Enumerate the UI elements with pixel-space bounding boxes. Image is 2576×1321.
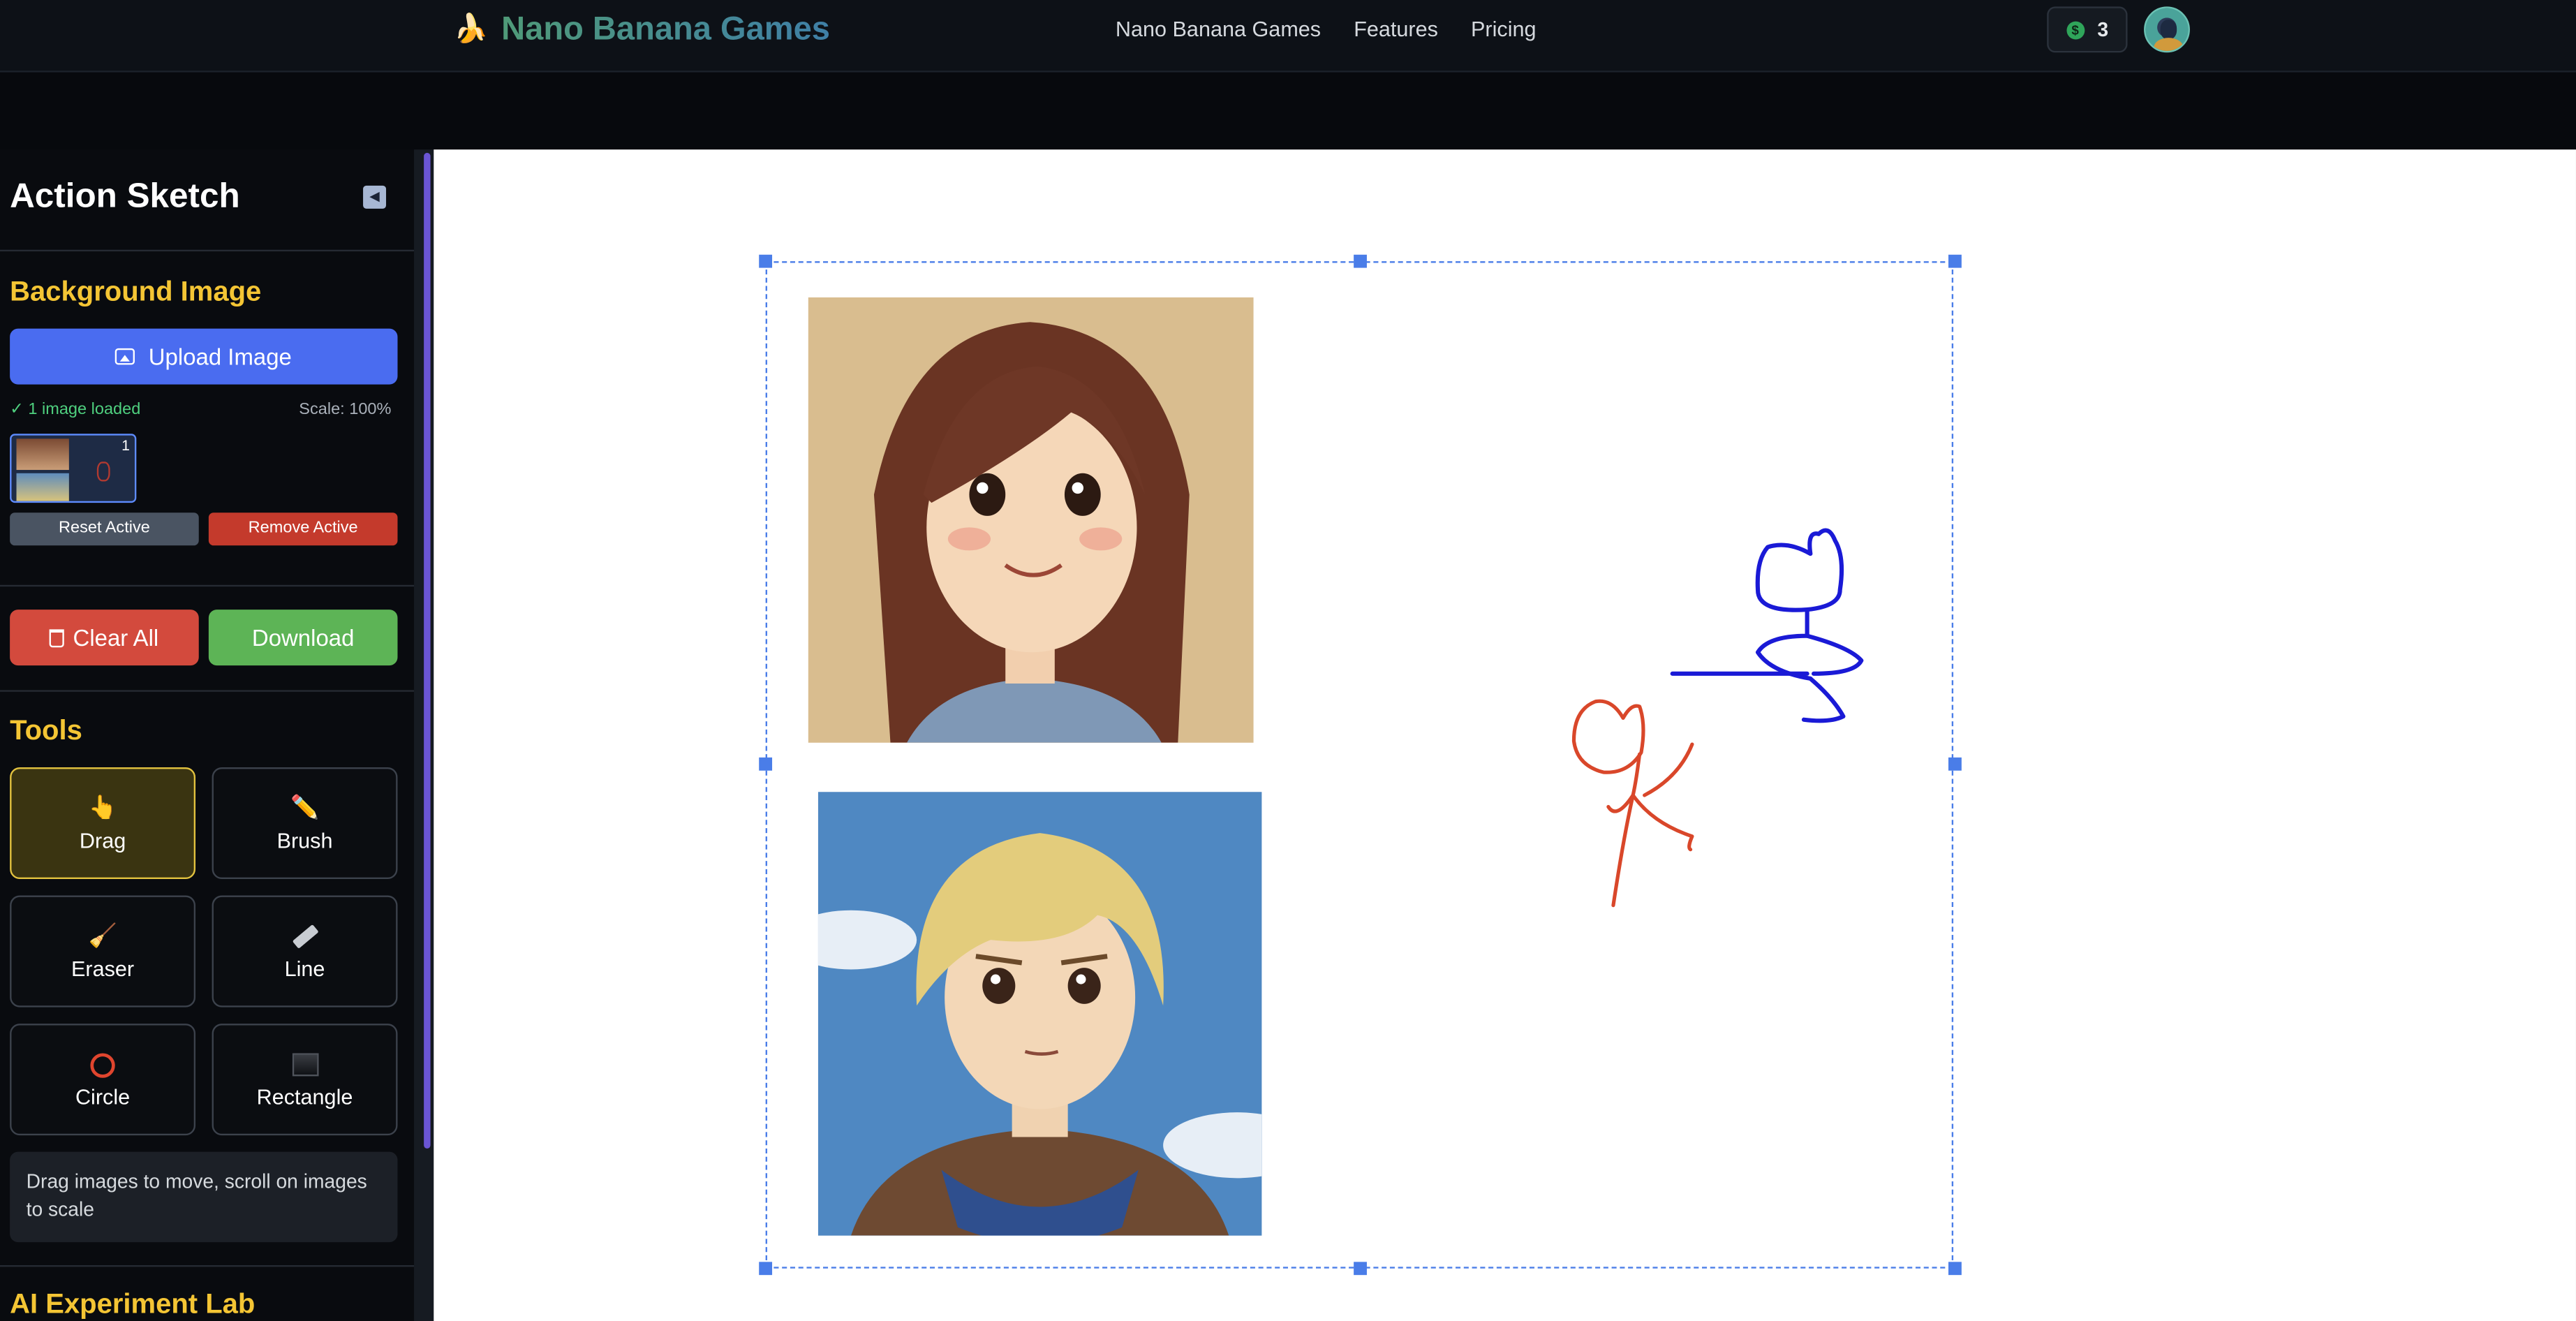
drawing-canvas[interactable] — [434, 149, 2576, 1321]
tools-heading: Tools — [10, 714, 82, 746]
remove-active-button[interactable]: Remove Active — [208, 512, 398, 546]
divider — [0, 1265, 415, 1267]
tool-label: Line — [284, 956, 325, 981]
banana-icon: 🍌 — [453, 13, 489, 45]
resize-handle-bottom[interactable] — [1354, 1262, 1367, 1276]
resize-handle-left[interactable] — [759, 757, 773, 771]
image-icon — [115, 348, 135, 365]
resize-handle-top-left[interactable] — [759, 254, 773, 268]
tool-brush-button[interactable]: ✏️ Brush — [212, 767, 398, 880]
download-button[interactable]: Download — [208, 610, 398, 666]
tool-hint: Drag images to move, scroll on images to… — [10, 1151, 398, 1243]
trash-icon — [50, 628, 65, 647]
rectangle-icon — [291, 1054, 318, 1077]
resize-handle-top[interactable] — [1354, 254, 1367, 268]
sidebar-title: Action Sketch — [10, 177, 240, 216]
resize-handle-top-right[interactable] — [1948, 254, 1962, 268]
brand-logo[interactable]: 🍌 Nano Banana Games — [454, 10, 830, 49]
tool-line-button[interactable]: Line — [212, 895, 398, 1008]
collapse-sidebar-icon[interactable]: ◀ — [363, 185, 387, 209]
tool-circle-button[interactable]: Circle — [10, 1024, 196, 1136]
tool-drag-button[interactable]: 👆 Drag — [10, 767, 196, 880]
resize-handle-right[interactable] — [1948, 757, 1962, 771]
selection-bounding-box[interactable] — [765, 261, 1954, 1269]
tool-label: Brush — [276, 828, 333, 853]
tool-label: Rectangle — [256, 1084, 353, 1109]
sidebar-scroll-thumb[interactable] — [424, 152, 431, 1149]
credits-badge[interactable]: $ 3 — [2047, 6, 2128, 53]
top-navigation-bar: 🍌 Nano Banana Games Nano Banana Games Fe… — [0, 0, 2576, 73]
divider — [0, 584, 415, 587]
tool-label: Circle — [75, 1084, 131, 1109]
thumbnail-index: 1 — [121, 436, 130, 454]
nav-link-home[interactable]: Nano Banana Games — [1116, 17, 1321, 43]
broom-icon: 🧹 — [88, 922, 117, 948]
divider — [0, 249, 415, 252]
brand-name: Nano Banana Games — [501, 10, 830, 49]
resize-handle-bottom-right[interactable] — [1948, 1262, 1962, 1276]
nav-link-features[interactable]: Features — [1354, 17, 1438, 43]
upload-image-button[interactable]: Upload Image — [10, 328, 398, 385]
upload-image-label: Upload Image — [148, 343, 292, 370]
divider — [0, 690, 415, 692]
nav-link-pricing[interactable]: Pricing — [1471, 17, 1537, 43]
user-avatar[interactable] — [2144, 6, 2190, 53]
credits-count: 3 — [2097, 17, 2109, 41]
reset-active-button[interactable]: Reset Active — [10, 512, 199, 546]
main-nav: Nano Banana Games Features Pricing — [1116, 17, 1537, 43]
scale-readout: Scale: 100% — [299, 401, 392, 420]
clear-all-label: Clear All — [73, 624, 159, 651]
tool-label: Drag — [79, 828, 126, 853]
resize-handle-bottom-left[interactable] — [759, 1262, 773, 1276]
tool-label: Eraser — [71, 956, 135, 981]
circle-icon — [90, 1052, 115, 1078]
ruler-icon — [291, 924, 318, 950]
clear-all-button[interactable]: Clear All — [10, 610, 199, 666]
background-thumbnail[interactable]: 1 — [10, 434, 137, 503]
coin-icon: $ — [2066, 20, 2085, 39]
tool-rectangle-button[interactable]: Rectangle — [212, 1024, 398, 1136]
pencil-icon: ✏️ — [290, 793, 320, 820]
pointing-hand-icon: 👆 — [88, 793, 117, 820]
image-loaded-status: ✓ 1 image loaded — [10, 401, 141, 420]
ai-experiment-lab-heading: AI Experiment Lab — [10, 1287, 256, 1320]
background-image-heading: Background Image — [10, 276, 262, 308]
tool-eraser-button[interactable]: 🧹 Eraser — [10, 895, 196, 1008]
